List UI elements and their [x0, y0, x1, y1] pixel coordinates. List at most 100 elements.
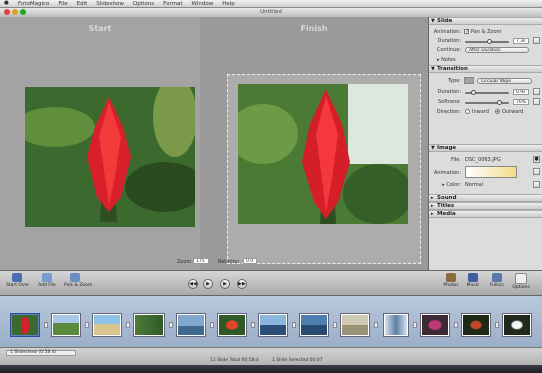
flower-photo-image [25, 87, 195, 227]
media-section-header[interactable]: ▸ Media [429, 210, 542, 218]
slide-thumbnail[interactable] [217, 313, 247, 337]
reveal-file-icon[interactable]: ● [533, 156, 540, 163]
transition-marker[interactable] [413, 322, 417, 328]
slide-duration-label: Duration: [437, 38, 461, 44]
color-options[interactable] [533, 181, 540, 188]
rewind-button[interactable]: ◀◀ [188, 279, 198, 289]
transition-duration-stepper[interactable] [533, 88, 540, 95]
slide-animation-label: Animation: [433, 29, 461, 35]
slide-thumbnail[interactable] [92, 313, 122, 337]
disclosure-open-icon: ▼ [431, 145, 435, 151]
slide-duration-knob[interactable] [487, 39, 492, 44]
rotation-field[interactable]: 0.0 [243, 258, 257, 264]
transition-marker[interactable] [374, 322, 378, 328]
slide-duration-stepper[interactable] [533, 37, 540, 44]
slide-thumbnail[interactable] [10, 313, 40, 337]
toolbar: Start Over Add File Pick & Zoom ◀◀ ▶ ▶ ▶… [0, 270, 542, 295]
transition-marker[interactable] [169, 322, 173, 328]
transition-marker[interactable] [454, 322, 458, 328]
menu-item-window[interactable]: Window [192, 1, 214, 7]
photos-button[interactable]: Photos [440, 273, 462, 288]
transition-marker[interactable] [333, 322, 337, 328]
slide-thumbnail[interactable] [299, 313, 329, 337]
file-label: File: [450, 157, 461, 163]
menu-item-edit[interactable]: Edit [77, 1, 88, 7]
menu-item-file[interactable]: File [58, 1, 67, 7]
transition-marker[interactable] [44, 322, 48, 328]
start-photo[interactable] [25, 87, 195, 227]
softness-label: Softness: [437, 99, 461, 105]
start-pane: Start [0, 17, 200, 270]
transition-section-header[interactable]: ▼ Transition [429, 65, 542, 73]
menu-item-format[interactable]: Format [163, 1, 182, 7]
softness-stepper[interactable] [533, 98, 540, 105]
menu-item-options[interactable]: Options [133, 1, 154, 7]
direction-label: Direction: [436, 109, 461, 115]
slide-duration-field[interactable]: 7.3s [513, 38, 529, 44]
transition-marker[interactable] [85, 322, 89, 328]
continue-dropdown[interactable]: After Duration [465, 47, 529, 53]
apple-menu-icon[interactable]: ● [4, 0, 9, 6]
image-animation-options[interactable] [533, 168, 540, 175]
menu-item-help[interactable]: Help [222, 1, 235, 7]
start-over-icon [12, 273, 22, 282]
add-file-button[interactable]: Add File [36, 273, 58, 288]
notes-disclosure[interactable]: ▸ Notes [437, 57, 456, 63]
start-label: Start [88, 24, 112, 33]
fullscreen-button[interactable]: Fullscr [486, 273, 508, 288]
fast-forward-button[interactable]: ▶▶ [237, 279, 247, 289]
transition-duration-knob[interactable] [471, 90, 476, 95]
transition-marker[interactable] [292, 322, 296, 328]
menu-item-app[interactable]: FotoMagico [18, 1, 49, 7]
window-title: Untitled [260, 9, 282, 15]
slide-thumbnail[interactable] [502, 313, 532, 337]
slide-thumbnail[interactable] [258, 313, 288, 337]
image-animation-label: Animation: [433, 170, 461, 176]
image-animation-track[interactable] [465, 166, 517, 178]
softness-knob[interactable] [497, 100, 502, 105]
pan-zoom-checkbox[interactable]: ✓ [464, 29, 469, 35]
options-button[interactable]: Options [510, 273, 532, 290]
transition-marker[interactable] [251, 322, 255, 328]
softness-field[interactable]: 70% [513, 99, 529, 105]
transition-marker[interactable] [126, 322, 130, 328]
transition-preview-icon [464, 77, 474, 84]
slide-thumbnail[interactable] [133, 313, 165, 337]
slide-thumbnail[interactable] [383, 313, 409, 337]
transition-duration-field[interactable]: 0.9s [513, 89, 529, 95]
pick-zoom-button[interactable]: Pick & Zoom [64, 273, 92, 288]
disclosure-closed-icon: ▸ [431, 195, 434, 201]
transition-type-dropdown[interactable]: Circular Wipe [477, 78, 532, 84]
start-over-button[interactable]: Start Over [6, 273, 29, 288]
slide-thumbnail[interactable] [420, 313, 450, 337]
flower-photo-zoomed-image [238, 84, 408, 224]
zoom-field[interactable]: 175 [193, 258, 209, 264]
music-icon [468, 273, 478, 282]
color-label: ▸ Color: [442, 182, 461, 188]
slide-thumbnail[interactable] [51, 313, 81, 337]
slide-thumbnail[interactable] [340, 313, 370, 337]
music-button[interactable]: Music [462, 273, 484, 288]
softness-slider[interactable] [465, 102, 509, 104]
transition-marker[interactable] [495, 322, 499, 328]
sound-section-header[interactable]: ▸ Sound [429, 194, 542, 202]
transition-marker[interactable] [210, 322, 214, 328]
play-fullscreen-button[interactable]: ▶ [220, 279, 230, 289]
status-bar: 1 Slideshow (0:58:4) 11 Slide Total 00:5… [0, 347, 542, 366]
menu-bar: ● FotoMagico File Edit Slideshow Options… [0, 0, 542, 8]
ocean-thumb-image [301, 315, 327, 335]
play-button[interactable]: ▶ [203, 279, 213, 289]
slideshow-count: 1 Slideshow (0:58:4) [10, 350, 57, 355]
direction-outward-radio[interactable] [495, 109, 500, 114]
slide-thumbnail[interactable] [176, 313, 206, 337]
titles-section-header[interactable]: ▸ Titles [429, 202, 542, 210]
slide-thumbnail[interactable] [461, 313, 491, 337]
finish-photo[interactable] [238, 84, 408, 224]
slide-section-header[interactable]: ▼ Slide [429, 17, 542, 25]
direction-inward-radio[interactable] [465, 109, 470, 114]
menu-item-slideshow[interactable]: Slideshow [96, 1, 124, 7]
image-section-header[interactable]: ▼ Image [429, 144, 542, 152]
disclosure-open-icon: ▼ [431, 66, 435, 72]
inspector-panel: ▼ Slide Animation: ✓ Pan & Zoom Duration:… [428, 17, 542, 270]
app-window: Untitled Start Finish Zoom 175 Rotation … [0, 8, 542, 366]
